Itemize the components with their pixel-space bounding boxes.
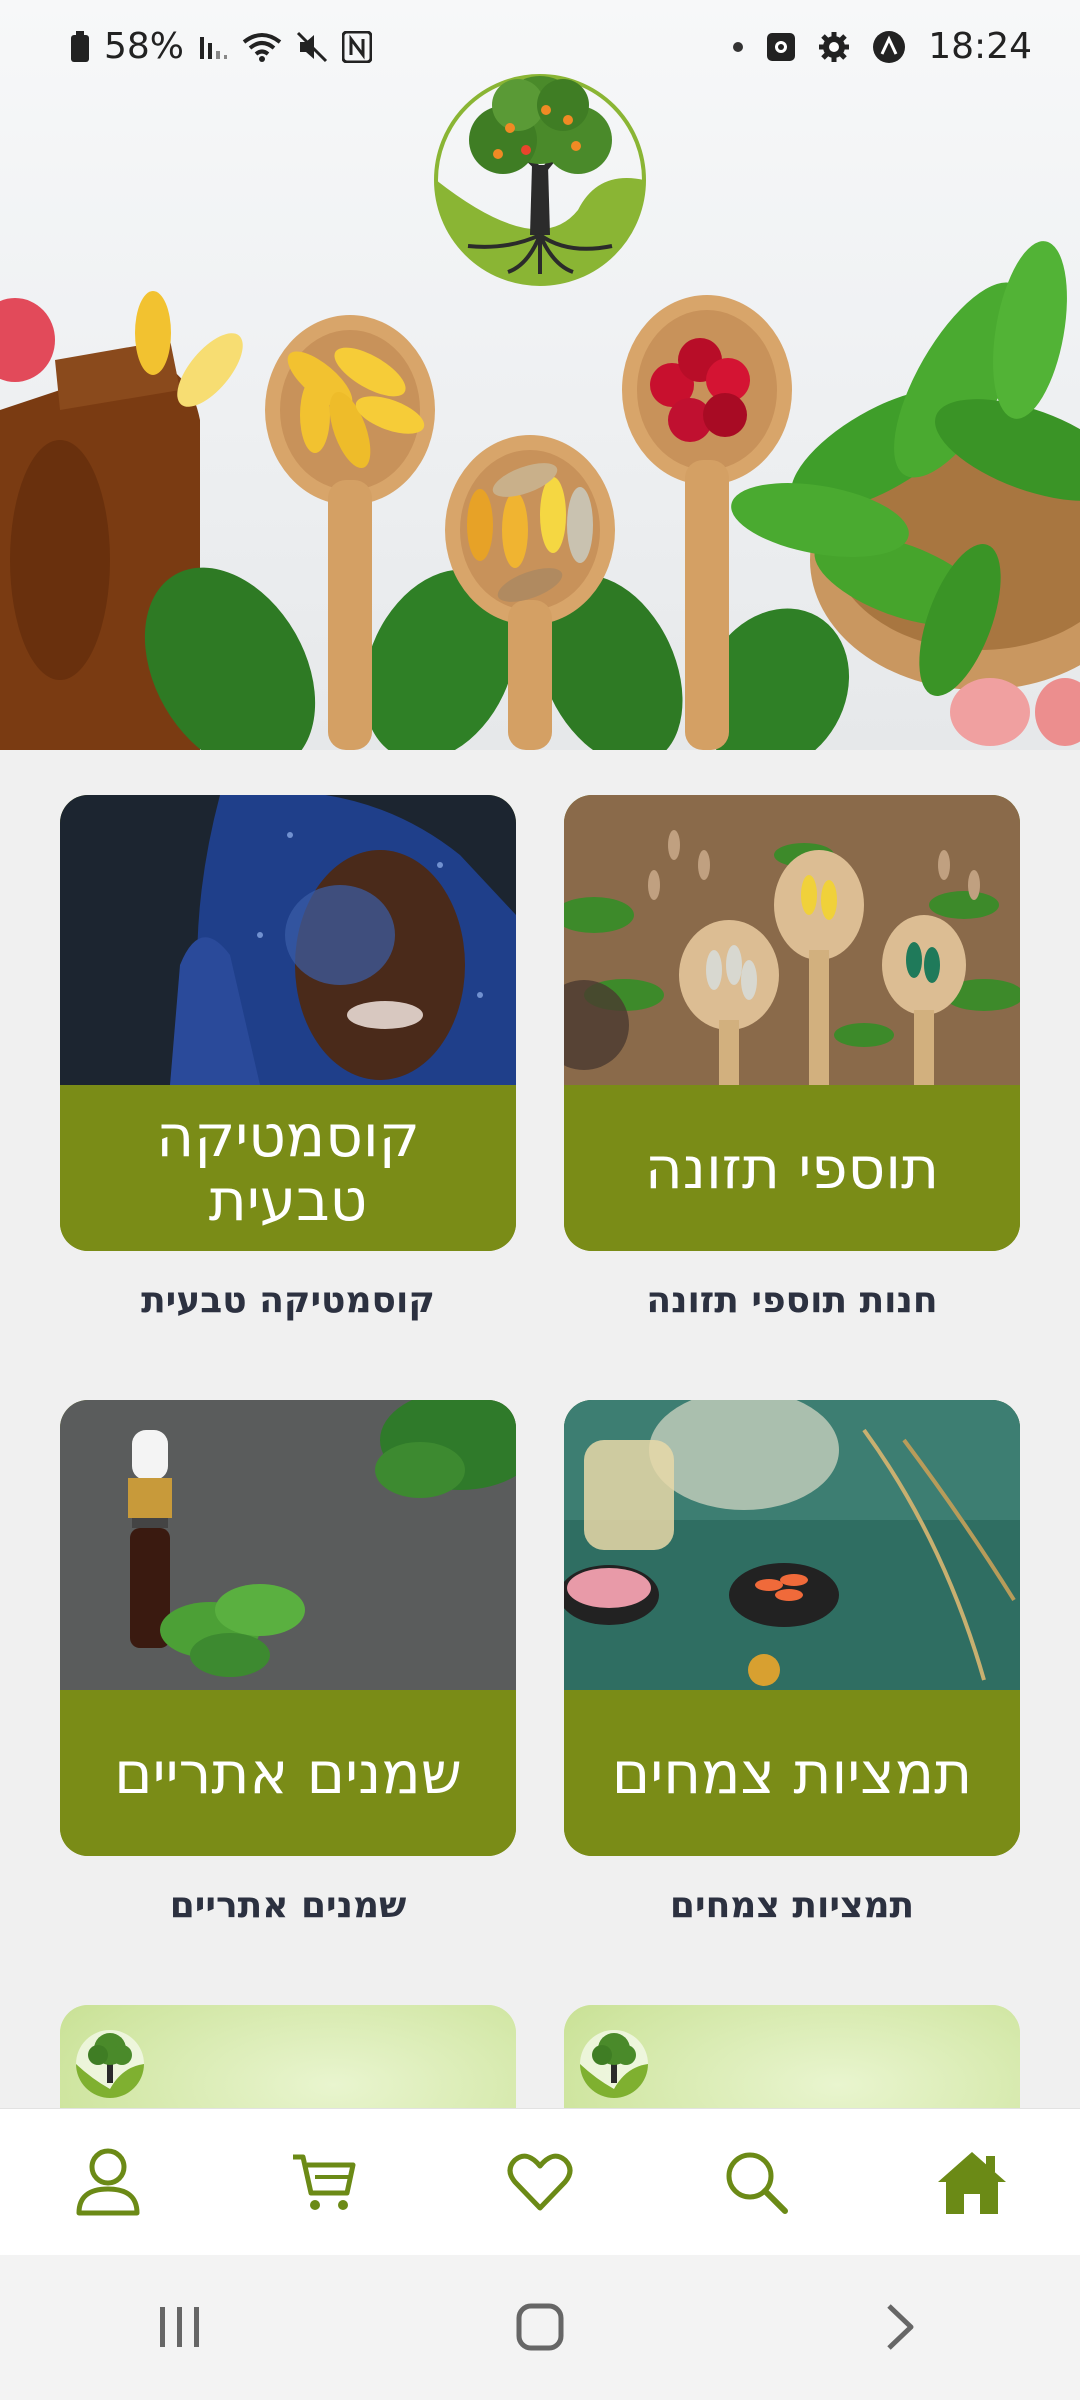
clock: 18:24 [928, 26, 1032, 67]
recent-apps-icon [160, 2307, 199, 2347]
tree-of-life-logo [76, 2030, 144, 2098]
wifi-icon [242, 32, 282, 62]
category-caption-supplements[interactable]: חנות תוספי תזונה [564, 1280, 1020, 1321]
chevron-right-icon [887, 2304, 914, 2350]
nav-wishlist-button[interactable] [480, 2122, 600, 2242]
category-card-essential-oils[interactable]: שמנים אתריים [60, 1400, 516, 1856]
herbal-extracts-photo [564, 1400, 1020, 1690]
nav-search-button[interactable] [696, 2122, 816, 2242]
heart-icon [507, 2153, 573, 2211]
app-notification-icon [872, 30, 906, 64]
category-card-herbal-extracts[interactable]: תמציות צמחים [564, 1400, 1020, 1856]
battery-icon [70, 30, 90, 63]
nfc-icon [342, 30, 373, 63]
home-square-icon [516, 2303, 564, 2351]
category-caption-cosmetics[interactable]: קוסמטיקה טבעית [60, 1280, 516, 1321]
nav-home-button[interactable] [912, 2122, 1032, 2242]
supplements-spoons-photo [564, 795, 1020, 1085]
signal-icon [198, 33, 228, 61]
settings-icon [818, 31, 850, 63]
category-card-supplements[interactable]: תוספי תזונה [564, 795, 1020, 1251]
glitter-face-photo [60, 795, 516, 1085]
status-bar: 58% 18:24 [0, 0, 1080, 95]
bottom-nav [0, 2108, 1080, 2255]
category-caption-herbal-extracts[interactable]: תמציות צמחים [564, 1885, 1020, 1926]
category-band-label: תמציות צמחים [564, 1690, 1020, 1856]
category-band-label: שמנים אתריים [60, 1690, 516, 1856]
recent-apps-button[interactable] [120, 2277, 240, 2377]
category-caption-essential-oils[interactable]: שמנים אתריים [60, 1885, 516, 1926]
nav-cart-button[interactable] [264, 2122, 384, 2242]
home-system-button[interactable] [480, 2277, 600, 2377]
nav-profile-button[interactable] [48, 2122, 168, 2242]
category-card-partial-right[interactable] [564, 2005, 1020, 2110]
category-band-label: תוספי תזונה [564, 1085, 1020, 1251]
mute-icon [296, 31, 328, 63]
battery-percent: 58% [104, 26, 185, 67]
category-band-label: קוסמטיקה טבעית [60, 1085, 516, 1251]
category-grid: תוספי תזונה חנות תוספי תזונה קוסמטיקה טב… [0, 750, 1080, 2110]
category-card-partial-left[interactable] [60, 2005, 516, 2110]
user-icon [76, 2148, 140, 2216]
screen-record-icon [766, 32, 796, 62]
tree-of-life-logo [580, 2030, 648, 2098]
system-nav-bar [0, 2254, 1080, 2400]
search-icon [726, 2152, 788, 2214]
back-system-button[interactable] [840, 2277, 960, 2377]
dot-icon [732, 41, 744, 53]
hero-banner [0, 0, 1080, 750]
category-card-cosmetics[interactable]: קוסמטיקה טבעית [60, 795, 516, 1251]
cart-icon [293, 2154, 356, 2210]
essential-oil-mint-photo [60, 1400, 516, 1690]
home-icon [938, 2152, 1006, 2214]
